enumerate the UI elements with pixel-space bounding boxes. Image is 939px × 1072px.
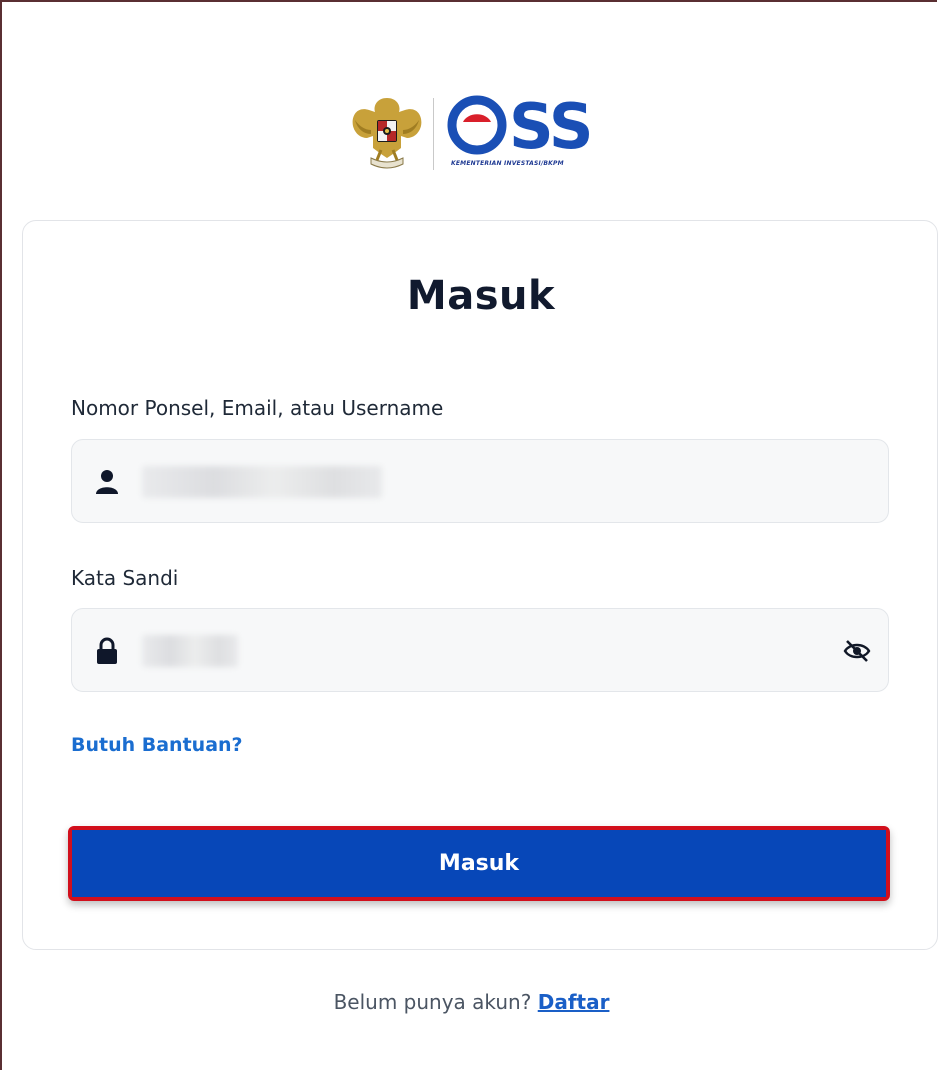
oss-logo: SS KEMENTERIAN INVESTASI/BKPM xyxy=(347,92,617,176)
logo-divider xyxy=(433,98,434,170)
oss-subtitle: KEMENTERIAN INVESTASI/BKPM xyxy=(451,160,564,167)
password-value: ••••• xyxy=(142,635,238,667)
username-value: •••••••••••••• xyxy=(142,466,382,498)
page-title: Masuk xyxy=(406,273,556,319)
register-prompt: Belum punya akun? Daftar xyxy=(2,990,939,1014)
svg-text:SS: SS xyxy=(509,92,592,158)
register-link[interactable]: Daftar xyxy=(538,990,610,1014)
username-label: Nomor Ponsel, Email, atau Username xyxy=(71,396,444,420)
password-field[interactable]: ••••• xyxy=(71,608,889,692)
password-label: Kata Sandi xyxy=(71,566,179,590)
username-field[interactable]: •••••••••••••• xyxy=(71,439,889,523)
garuda-emblem-icon xyxy=(352,98,422,169)
help-link[interactable]: Butuh Bantuan? xyxy=(71,734,243,756)
submit-highlight: Masuk xyxy=(68,826,890,901)
eye-off-icon[interactable] xyxy=(842,637,872,665)
login-card: Masuk Nomor Ponsel, Email, atau Username… xyxy=(22,220,938,950)
page-frame: SS KEMENTERIAN INVESTASI/BKPM Masuk Nomo… xyxy=(0,0,939,1070)
register-text: Belum punya akun? xyxy=(333,990,532,1014)
user-icon xyxy=(96,470,118,494)
lock-icon xyxy=(97,637,117,664)
oss-wordmark-icon: SS xyxy=(447,92,594,158)
login-button[interactable]: Masuk xyxy=(72,830,886,897)
